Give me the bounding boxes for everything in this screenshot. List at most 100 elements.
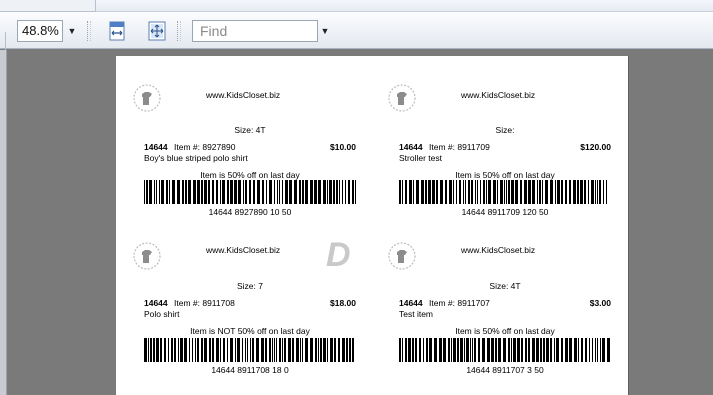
barcode-bar [504, 180, 505, 204]
barcode-bar [261, 338, 264, 362]
item-row: 14644 Item #: 8911709 $120.00 [399, 142, 611, 152]
barcode-bar [532, 338, 535, 362]
item-row: 14644 Item #: 8927890 $10.00 [144, 142, 356, 152]
price-tag: www.KidsCloset.biz Size: 14644 Item #: 8… [371, 56, 611, 217]
barcode-bar [227, 180, 229, 204]
barcode-bar [238, 180, 241, 204]
website-text: www.KidsCloset.biz [461, 245, 536, 255]
barcode-bar [149, 180, 152, 204]
item-row: 14644 Item #: 8911707 $3.00 [399, 298, 611, 308]
barcode-bar [513, 338, 516, 362]
website-text: www.KidsCloset.biz [206, 90, 281, 100]
kidscloset-logo [132, 83, 162, 113]
barcode-bar [256, 338, 259, 362]
item-row: 14644 Item #: 8911708 $18.00 [144, 298, 356, 308]
barcode-bar [166, 180, 168, 204]
barcode-bar [557, 180, 560, 204]
barcode-bar [171, 338, 173, 362]
barcode-bar [144, 180, 145, 204]
fit-width-button[interactable] [106, 20, 128, 42]
barcode-bar [460, 338, 463, 362]
barcode-bar [465, 180, 466, 204]
barcode-bar [216, 180, 218, 204]
barcode-bar [585, 338, 587, 362]
barcode-bar [352, 338, 354, 362]
tab-edge [0, 0, 96, 12]
zoom-input[interactable]: 48.8% [17, 20, 63, 42]
barcode-bar [279, 338, 281, 362]
barcode-bar [592, 338, 593, 362]
barcode-bar [269, 180, 272, 204]
barcode-bar [500, 180, 503, 204]
barcode-bar [336, 180, 338, 204]
barcode-bar [556, 338, 559, 362]
barcode-bar [573, 180, 576, 204]
barcode-bar [589, 338, 590, 362]
barcode [144, 338, 356, 362]
item-number-text: Item #: 8911707 [429, 298, 490, 308]
barcode-bar [405, 180, 407, 204]
barcode-bar [408, 338, 411, 362]
barcode-bar [561, 338, 563, 362]
barcode-bar [346, 338, 348, 362]
barcode-bar [257, 180, 260, 204]
barcode-bar [315, 338, 317, 362]
size-text: Size: [495, 125, 515, 135]
barcode-bar [212, 338, 214, 362]
price-tag: www.KidsCloset.biz Size: 4T 14644 Item #… [371, 218, 611, 375]
toolbar-grip [0, 32, 6, 52]
barcode-bar [498, 338, 501, 362]
barcode-bar [405, 338, 407, 362]
barcode-bar [169, 180, 170, 204]
kidscloset-logo [387, 241, 417, 271]
barcode-bar [456, 180, 457, 204]
barcode-bar [192, 338, 193, 362]
barcode-bar [185, 180, 187, 204]
barcode-text: 14644 8927890 10 50 [208, 207, 292, 217]
barcode-bar [503, 338, 506, 362]
barcode-bar [284, 338, 286, 362]
find-dropdown-icon[interactable]: ▼ [318, 20, 332, 42]
document-page: www.KidsCloset.biz Size: 4T 14644 Item #… [116, 56, 628, 395]
barcode-bar [247, 338, 248, 362]
barcode-bar [480, 180, 481, 204]
website-text: www.KidsCloset.biz [206, 245, 281, 255]
sku-text: 14644 [399, 142, 423, 152]
barcode-bar [578, 338, 579, 362]
barcode-bar [339, 180, 340, 204]
size-text: Size: 7 [237, 281, 263, 291]
barcode-bar [299, 180, 301, 204]
find-input[interactable]: Find [192, 20, 318, 42]
barcode-bar [327, 180, 328, 204]
barcode-bar [453, 180, 454, 204]
barcode-bar [453, 338, 456, 362]
price-text: $18.00 [330, 298, 356, 308]
barcode-bar [189, 338, 190, 362]
barcode-bar [537, 180, 538, 204]
barcode-bar [249, 180, 251, 204]
barcode-bar [242, 338, 243, 362]
barcode-bar [399, 338, 401, 362]
barcode-bar [603, 180, 604, 204]
barcode-bar [439, 338, 442, 362]
barcode-bar [539, 180, 541, 204]
barcode-bar [345, 180, 346, 204]
description-text: Boy's blue striped polo shirt [144, 153, 248, 163]
barcode-bar [160, 338, 162, 362]
toolbar-separator [177, 21, 181, 41]
zoom-dropdown-icon[interactable]: ▼ [66, 20, 78, 42]
barcode-bar [188, 180, 191, 204]
barcode-bar [327, 338, 328, 362]
barcode-bar [515, 180, 518, 204]
fit-page-button[interactable] [146, 20, 168, 42]
barcode-bar [212, 180, 214, 204]
barcode-bar [302, 338, 303, 362]
barcode-bar [495, 338, 497, 362]
discount-text: Item is 50% off on last day [455, 170, 555, 180]
barcode-bar [195, 338, 196, 362]
barcode-bar [580, 180, 583, 204]
kidscloset-logo [387, 83, 417, 113]
barcode-bar [289, 180, 292, 204]
barcode-bar [432, 180, 435, 204]
barcode [144, 180, 356, 204]
